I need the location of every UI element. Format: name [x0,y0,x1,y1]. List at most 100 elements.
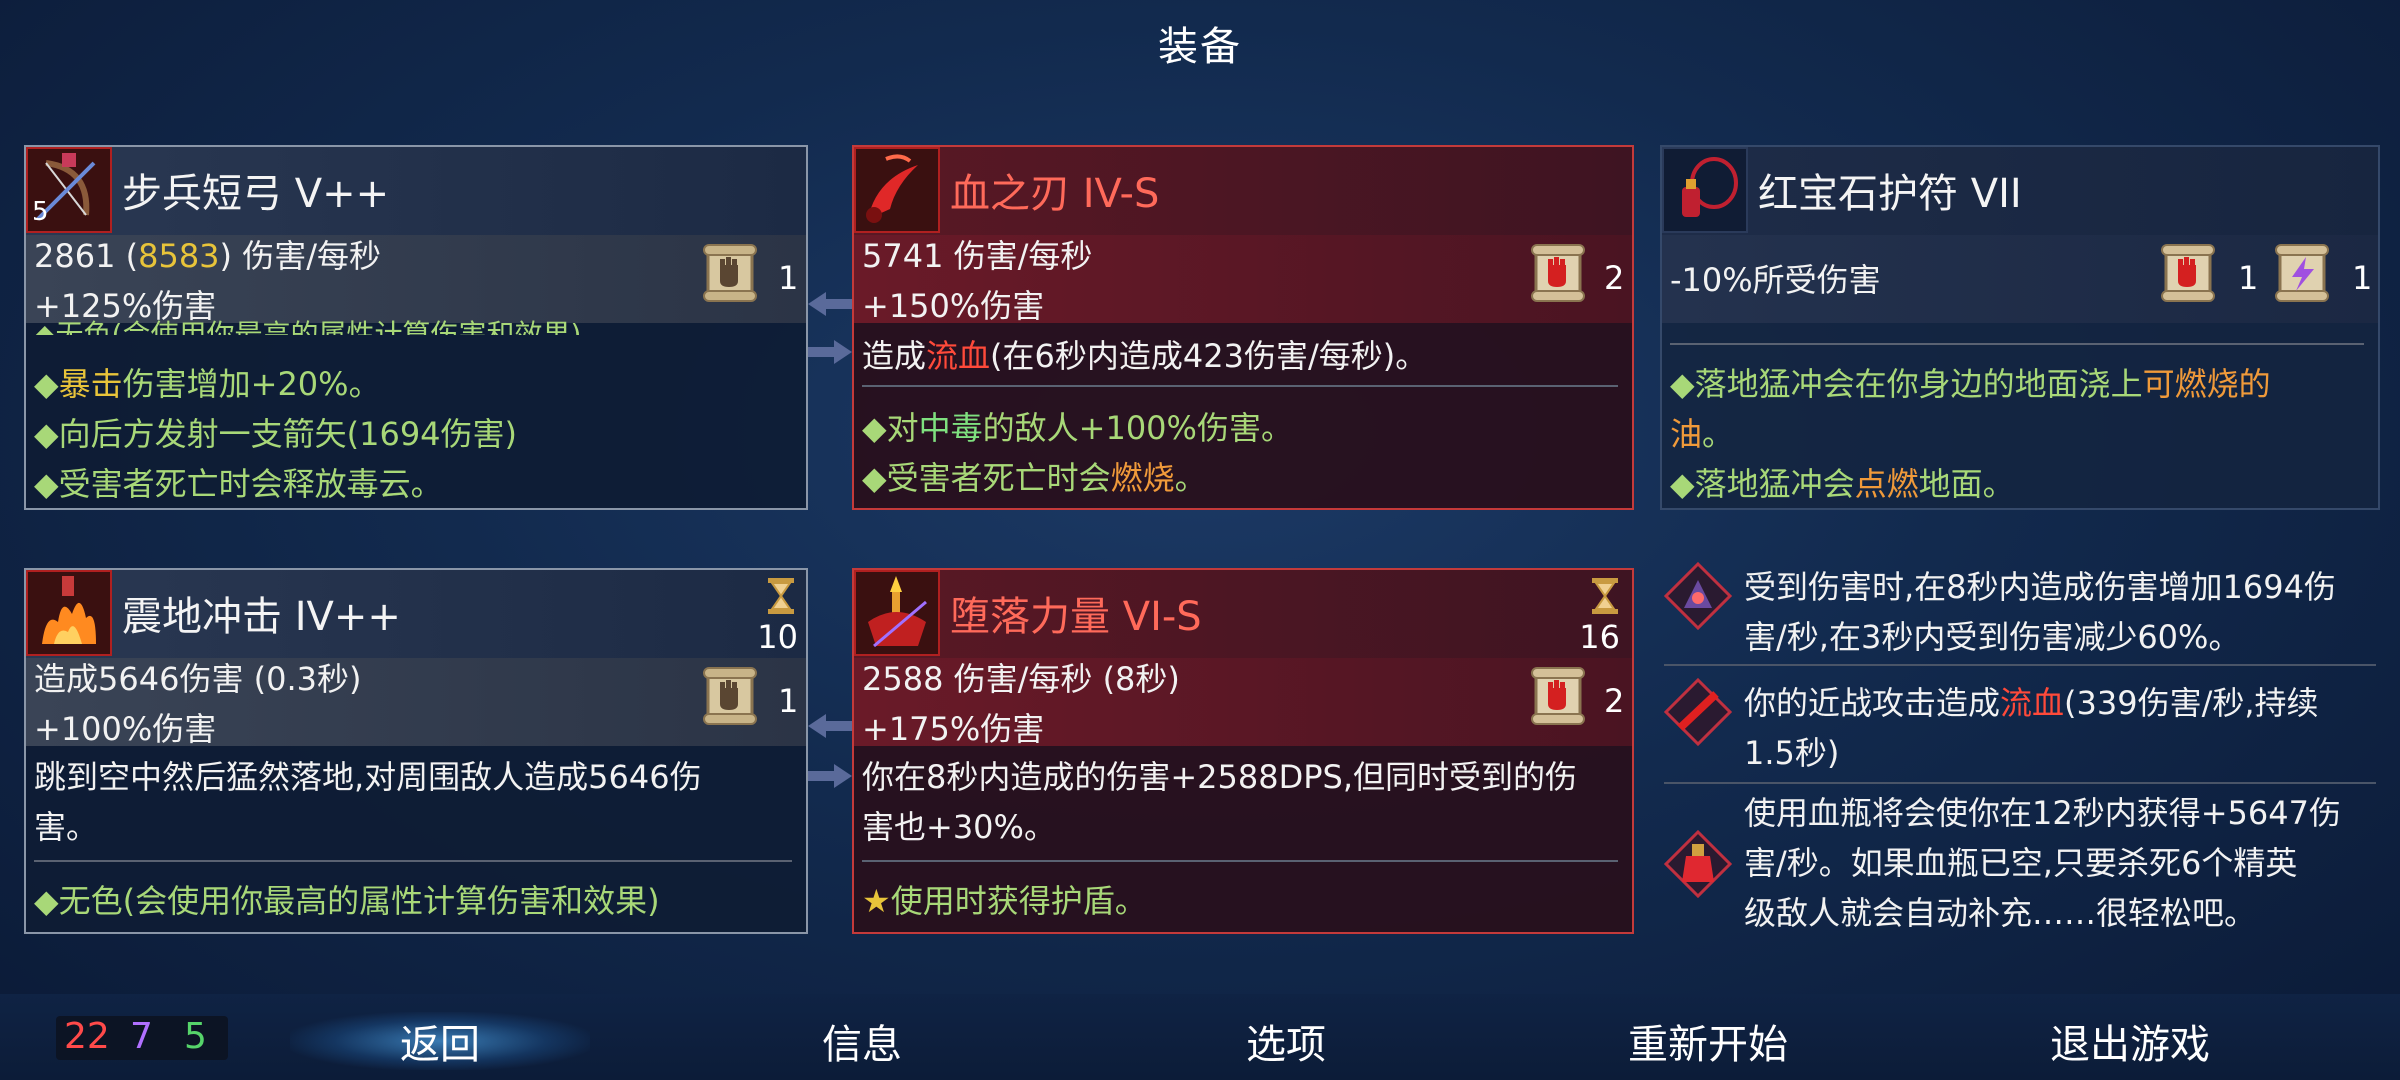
damage-bonus: +175%伤害 [862,710,1045,748]
effect-pre: ◆落地猛冲会在你身边的地面浇上 [1670,365,2143,403]
effect-crit: ◆暴击伤害增加+20%。 [34,365,381,403]
mutation-line-3: 级敌人就会自动补充……很轻松吧。 [1744,894,2257,932]
effect-poisoned-bonus: ◆对中毒的敌人+100%伤害。 [862,403,1293,449]
mutation-line-2: 1.5秒) [1744,734,1840,772]
mutation-bleed-melee[interactable]: 你的近战攻击造成流血(339伤害/秒,持续 1.5秒) [1664,678,2376,778]
line-post: (339伤害/秒,持续 [2064,684,2319,722]
mutation-adrenaline[interactable]: 受到伤害时,在8秒内造成伤害增加1694伤 害/秒,在3秒内受到伤害减少60%。 [1664,562,2376,662]
scroll-tactics-icon [2274,243,2330,303]
skill-card-fallen-power[interactable]: 堕落力量 VI-S 16 2588 伤害/每秒 (8秒) +175%伤害 2 你… [852,568,1634,934]
page-title: 装备 [1158,24,1242,70]
scroll-purple-count: 1 [2352,259,2373,297]
mutation-text: 你的近战攻击造成流血(339伤害/秒,持续 1.5秒) [1744,678,2376,778]
ground-smash-icon [26,570,112,656]
effect-oil-cont: 油。 [1670,409,1734,455]
weapon-name: 步兵短弓 V++ [122,171,390,217]
scroll-brutality-icon [2160,243,2216,303]
effect-oil: ◆落地猛冲会在你身边的地面浇上可燃烧的 [1670,359,2271,405]
mutation-3-icon [1664,830,1732,898]
arrow-right-icon [808,338,852,366]
mutation-text: 使用血瓶将会使你在12秒内获得+5647伤 害/秒。如果血瓶已空,只要杀死6个精… [1744,788,2376,938]
damage-bonus: +100%伤害 [34,710,217,748]
level-indicator: 5 [32,197,49,227]
weapon-card-blood-blade[interactable]: 血之刃 IV-S 5741 伤害/每秒 +150%伤害 2 造成流血(在6秒内造… [852,145,1634,510]
blood-blade-icon [854,147,940,233]
dps-line: 2861 (8583) 伤害/每秒 [34,237,381,275]
effect-poison: ◆受害者死亡时会释放毒云。 [34,465,443,503]
effect-ignite: ◆落地猛冲会点燃地面。 [1670,459,2015,505]
options-button[interactable]: 选项 [1136,1012,1436,1070]
arrow-left-icon [808,712,852,740]
effect-post: 。 [1174,459,1207,497]
divider [862,860,1618,862]
dps-line: 2588 伤害/每秒 (8秒) [862,660,1180,698]
mutation-line-1: 受到伤害时,在8秒内造成伤害增加1694伤 [1744,568,2336,606]
description-line-2: 害也+30%。 [862,808,1056,846]
dps-alt-value: 8583 [138,237,220,275]
info-button[interactable]: 信息 [712,1012,1012,1070]
amulet-stat: -10%所受伤害 [1670,261,1881,299]
star-icon: ★ [862,882,891,920]
scroll-brutality-icon [1530,666,1586,726]
bleed-description: 造成流血(在6秒内造成423伤害/每秒)。 [862,331,1427,377]
skill-name: 堕落力量 VI-S [950,594,1202,640]
effect-pre: ◆落地猛冲会 [1670,465,1855,503]
mutation-line-1: 使用血瓶将会使你在12秒内获得+5647伤 [1744,794,2341,832]
effect-pre: ◆受害者死亡时会 [862,459,1111,497]
weapon-name: 血之刃 IV-S [950,171,1160,217]
keyword-burn: 燃烧 [1110,459,1175,497]
hourglass-icon [766,576,796,616]
effect-burn: ◆受害者死亡时会燃烧。 [862,453,1207,499]
back-button[interactable]: 返回 [290,1012,590,1070]
keyword-poison: 中毒 [918,409,983,447]
desc-pre: 造成 [862,337,927,375]
tactics-count: 7 [130,1016,153,1057]
ruby-amulet-icon [1662,147,1748,233]
divider [1670,343,2364,345]
effect-colorless: ◆无色(会使用你最高的属性计算伤害和效果) [34,882,660,920]
effect-crit-text: 伤害增加+20%。 [122,365,381,403]
keyword-ignite: 点燃 [1854,465,1919,503]
effect-arrow: ◆向后方发射一支箭矢(1694伤害) [34,415,518,453]
amulet-card[interactable]: 红宝石护符 VII -10%所受伤害 1 1 ◆落地猛冲会在你身边的地面浇上可燃… [1660,145,2380,510]
mutation-text: 受到伤害时,在8秒内造成伤害增加1694伤 害/秒,在3秒内受到伤害减少60%。 [1744,562,2376,662]
scroll-brutality-icon [702,243,758,303]
effect-text: 使用时获得护盾。 [890,882,1147,920]
mutation-1-icon [1664,562,1732,630]
skill-card-ground-smash[interactable]: 震地冲击 IV++ 10 造成5646伤害 (0.3秒) +100%伤害 1 跳… [24,568,808,934]
scroll-count: 2 [1604,259,1625,297]
scroll-brutality-icon [1530,243,1586,303]
divider [34,860,792,862]
arrow-right-icon [808,762,852,790]
effect-post: 的敌人+100%伤害。 [982,409,1293,447]
cooldown-value: 16 [1579,618,1620,656]
keyword-bleed: 流血 [2000,684,2065,722]
effect-shield: ★使用时获得护盾。 [862,876,1147,922]
scroll-count: 2 [1604,682,1625,720]
effect-post: 地面。 [1918,465,2015,503]
effect-post: 。 [1702,415,1735,453]
mutation-line-2: 害/秒。如果血瓶已空,只要杀死6个精英 [1744,844,2298,882]
mutation-flask[interactable]: 使用血瓶将会使你在12秒内获得+5647伤 害/秒。如果血瓶已空,只要杀死6个精… [1664,788,2376,938]
weapon-card-bow[interactable]: 5 步兵短弓 V++ 2861 (8583) 伤害/每秒 +125%伤害 1 ◆… [24,145,808,510]
divider [1664,782,2376,784]
line-pre: 你的近战攻击造成 [1744,684,2001,722]
damage-line: 造成5646伤害 (0.3秒) [34,660,362,698]
keyword-bleed: 流血 [926,337,991,375]
scroll-count: 1 [778,259,799,297]
keyword-crit: 暴击 [58,365,123,403]
mutation-line-2: 害/秒,在3秒内受到伤害减少60%。 [1744,618,2241,656]
amulet-name: 红宝石护符 VII [1758,171,2022,217]
quit-button[interactable]: 退出游戏 [1980,1012,2280,1070]
skill-name: 震地冲击 IV++ [122,594,401,640]
stat-counters: 22 7 5 [56,1016,228,1060]
keyword-oil: 油 [1670,415,1703,453]
restart-button[interactable]: 重新开始 [1558,1012,1858,1070]
effect-pre: ◆对 [862,409,919,447]
scroll-red-count: 1 [2238,259,2259,297]
desc-post: (在6秒内造成423伤害/每秒)。 [990,337,1428,375]
effect-colorless: ◆无色(会使用你最高的属性计算伤害和效果) [34,318,582,335]
description-line-2: 害。 [34,808,99,846]
divider [1664,664,2376,666]
dps-line: 5741 伤害/每秒 [862,237,1093,275]
